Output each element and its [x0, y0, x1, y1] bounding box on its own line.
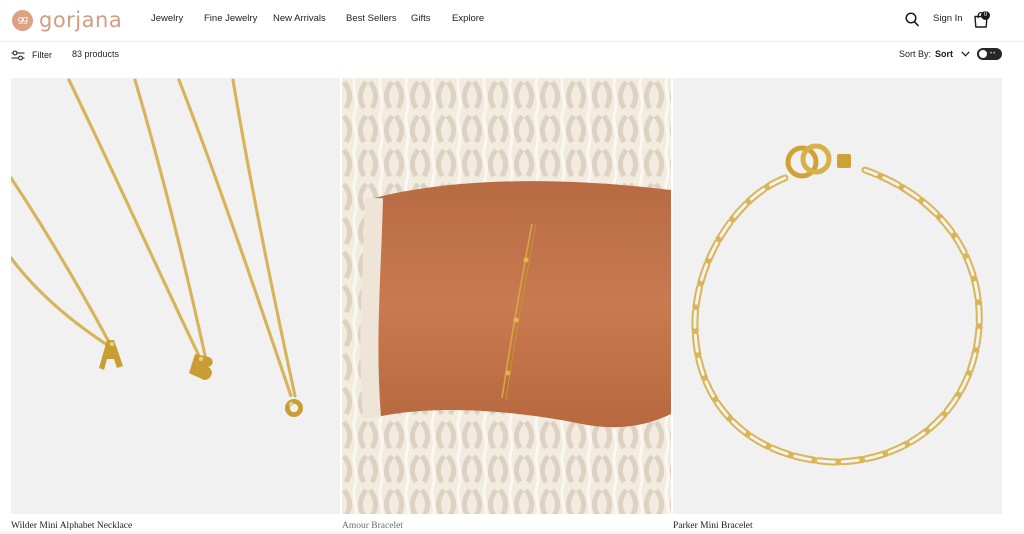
- nav-jewelry[interactable]: Jewelry: [151, 13, 183, 24]
- product-card[interactable]: Parker Mini Bracelet: [673, 78, 1002, 534]
- product-card[interactable]: Amour Bracelet: [342, 78, 671, 534]
- sign-in-link[interactable]: Sign In: [933, 13, 963, 24]
- product-toolbar: Filter 83 products Sort By: Sort: [0, 43, 1024, 69]
- sort-value: Sort: [935, 49, 953, 59]
- product-card[interactable]: Wilder Mini Alphabet Necklace: [11, 78, 340, 534]
- nav-new-arrivals[interactable]: New Arrivals: [273, 13, 326, 24]
- cart-count-badge: 0: [981, 11, 990, 20]
- toggle-dots: ••: [990, 51, 997, 57]
- nav-explore[interactable]: Explore: [452, 13, 484, 24]
- sort-dropdown[interactable]: Sort: [935, 47, 970, 61]
- nav-fine-jewelry[interactable]: Fine Jewelry: [204, 13, 257, 24]
- toggle-knob: [979, 50, 987, 58]
- product-count: 83 products: [72, 49, 120, 59]
- logo-mark-icon: gg: [12, 9, 33, 31]
- sliders-icon: [11, 50, 25, 60]
- filter-label: Filter: [32, 50, 52, 60]
- nav-best-sellers[interactable]: Best Sellers: [346, 13, 397, 24]
- product-image-necklace: [11, 78, 340, 514]
- product-image-bracelet: [342, 78, 671, 514]
- grid-toggle-icon[interactable]: ••: [977, 48, 1002, 60]
- page-bottom-edge: [0, 527, 1024, 534]
- chevron-down-icon: [961, 51, 970, 57]
- site-header: gg gorjana Jewelry Fine Jewelry New Arri…: [0, 0, 1024, 42]
- logo-text: gorjana: [39, 8, 123, 32]
- product-image-chain-bracelet: [673, 78, 1002, 514]
- search-icon[interactable]: [905, 12, 919, 27]
- logo-mark-text: gg: [17, 15, 28, 25]
- nav-gifts[interactable]: Gifts: [411, 13, 431, 24]
- brand-logo[interactable]: gg gorjana: [12, 9, 122, 31]
- sort-by-label: Sort By:: [899, 49, 932, 59]
- filter-button[interactable]: Filter: [11, 48, 52, 62]
